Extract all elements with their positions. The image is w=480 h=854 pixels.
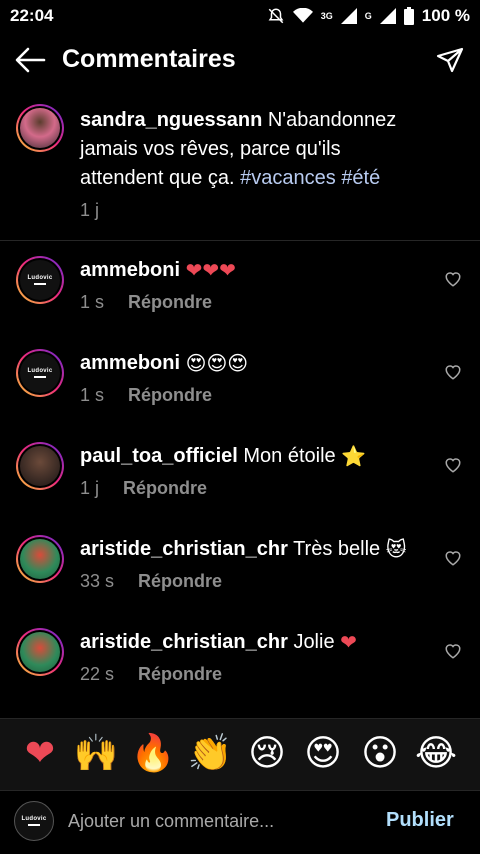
app-header: Commentaires <box>0 36 480 84</box>
mute-icon <box>268 8 284 24</box>
comment-username[interactable]: ammeboni <box>80 352 180 374</box>
comment-body: Très belle <box>293 538 381 560</box>
comment-text: ammeboni ❤❤❤ <box>80 256 236 284</box>
avatar[interactable] <box>16 104 64 152</box>
paper-plane-icon[interactable] <box>436 46 464 74</box>
comment-username[interactable]: ammeboni <box>80 259 180 281</box>
comment-body: Jolie <box>293 631 335 653</box>
emoji-fire-button[interactable]: 🔥 <box>130 731 176 777</box>
avatar: Ludovic <box>14 801 54 841</box>
emoji-heart-button[interactable]: ❤ <box>17 731 63 777</box>
reply-button[interactable]: Répondre <box>138 664 222 685</box>
comment-item: Ludovic ammeboni 😍😍😍 1 s Répondre <box>0 349 480 442</box>
comment-item: paul_toa_officiel Mon étoile ⭐ 1 j Répond… <box>0 442 480 535</box>
avatar-photo <box>20 539 60 579</box>
heart-icon[interactable] <box>444 363 462 381</box>
status-time: 22:04 <box>10 6 54 25</box>
comment-meta: 33 s Répondre <box>80 571 222 592</box>
comment-input[interactable] <box>68 807 358 835</box>
comment-text: paul_toa_officiel Mon étoile ⭐ <box>80 442 366 470</box>
back-arrow-icon[interactable] <box>14 46 46 74</box>
comment-text: aristide_christian_chr Jolie ❤ <box>80 628 357 656</box>
emoji-surprised-button[interactable]: 😮 <box>357 731 403 777</box>
comment-time: 1 j <box>80 478 100 498</box>
comment-meta: 1 s Répondre <box>80 385 212 406</box>
emoji-raised-hands-button[interactable]: 🙌 <box>73 731 119 777</box>
status-icons: 3G G 100 % <box>267 6 470 26</box>
comment-item: Ludovic ammeboni ❤❤❤ 1 s Répondre <box>0 256 480 349</box>
emoji-quick-bar: ❤ 🙌 🔥 👏 😢 😍 😮 😂 <box>0 718 480 790</box>
comment-username[interactable]: paul_toa_officiel <box>80 445 238 467</box>
avatar[interactable]: Ludovic <box>16 349 64 397</box>
heart-icon[interactable] <box>444 456 462 474</box>
comment-username[interactable]: aristide_christian_chr <box>80 538 288 560</box>
comment-emoji: 😻 <box>385 537 407 561</box>
avatar[interactable] <box>16 442 64 490</box>
comment-emoji: ❤❤❤ <box>185 258 236 282</box>
avatar[interactable]: Ludovic <box>16 256 64 304</box>
comment-item: aristide_christian_chr Jolie ❤ 22 s Répon… <box>0 628 480 721</box>
signal-icon-2 <box>379 8 396 24</box>
wifi-icon <box>292 8 313 23</box>
avatar-photo <box>20 108 60 148</box>
comment-meta: 1 s Répondre <box>80 292 212 313</box>
heart-icon[interactable] <box>444 270 462 288</box>
comment-emoji: 😍😍😍 <box>185 351 249 375</box>
comment-username[interactable]: aristide_christian_chr <box>80 631 288 653</box>
avatar[interactable] <box>16 535 64 583</box>
network-3g-icon: 3G <box>320 11 333 21</box>
heart-icon[interactable] <box>444 549 462 567</box>
avatar-logo-text: Ludovic <box>27 368 53 374</box>
publish-button[interactable]: Publier <box>386 809 454 832</box>
caption-text: sandra_nguessann N'abandonnez jamais vos… <box>80 106 420 193</box>
battery-icon <box>403 7 414 25</box>
caption-time: 1 j <box>80 200 100 220</box>
comment-time: 1 s <box>80 292 105 312</box>
comment-emoji: ⭐ <box>341 444 367 468</box>
comment-emoji: ❤ <box>340 630 357 654</box>
comment-time: 22 s <box>80 664 115 684</box>
caption-hashtags[interactable]: #vacances #été <box>240 167 380 189</box>
avatar-logo-text: Ludovic <box>21 816 47 822</box>
comment-meta: 22 s Répondre <box>80 664 222 685</box>
comment-item: aristide_christian_chr Très belle 😻 33 s… <box>0 535 480 628</box>
page-title: Commentaires <box>62 45 236 73</box>
reply-button[interactable]: Répondre <box>123 478 207 499</box>
avatar-photo <box>20 446 60 486</box>
emoji-heart-eyes-button[interactable]: 😍 <box>300 731 346 777</box>
reply-button[interactable]: Répondre <box>138 571 222 592</box>
comment-composer: Ludovic Publier <box>0 790 480 854</box>
reply-button[interactable]: Répondre <box>128 292 212 313</box>
comment-text: ammeboni 😍😍😍 <box>80 349 248 377</box>
comment-text: aristide_christian_chr Très belle 😻 <box>80 535 407 563</box>
network-g-icon: G <box>364 11 372 21</box>
avatar-logo-text: Ludovic <box>27 275 53 281</box>
emoji-laughing-button[interactable]: 😂 <box>413 731 459 777</box>
comment-body: Mon étoile <box>243 445 336 467</box>
comment-time: 1 s <box>80 385 105 405</box>
status-bar: 22:04 3G G 100 % <box>0 0 480 32</box>
avatar[interactable] <box>16 628 64 676</box>
divider <box>0 240 480 241</box>
avatar-photo <box>20 632 60 672</box>
heart-icon[interactable] <box>444 642 462 660</box>
battery-level: 100 % <box>421 6 470 25</box>
signal-icon <box>340 8 357 24</box>
reply-button[interactable]: Répondre <box>128 385 212 406</box>
comment-meta: 1 j Répondre <box>80 478 207 499</box>
emoji-crying-button[interactable]: 😢 <box>244 731 290 777</box>
comment-time: 33 s <box>80 571 115 591</box>
emoji-clap-button[interactable]: 👏 <box>187 731 233 777</box>
caption-username[interactable]: sandra_nguessann <box>80 109 262 131</box>
